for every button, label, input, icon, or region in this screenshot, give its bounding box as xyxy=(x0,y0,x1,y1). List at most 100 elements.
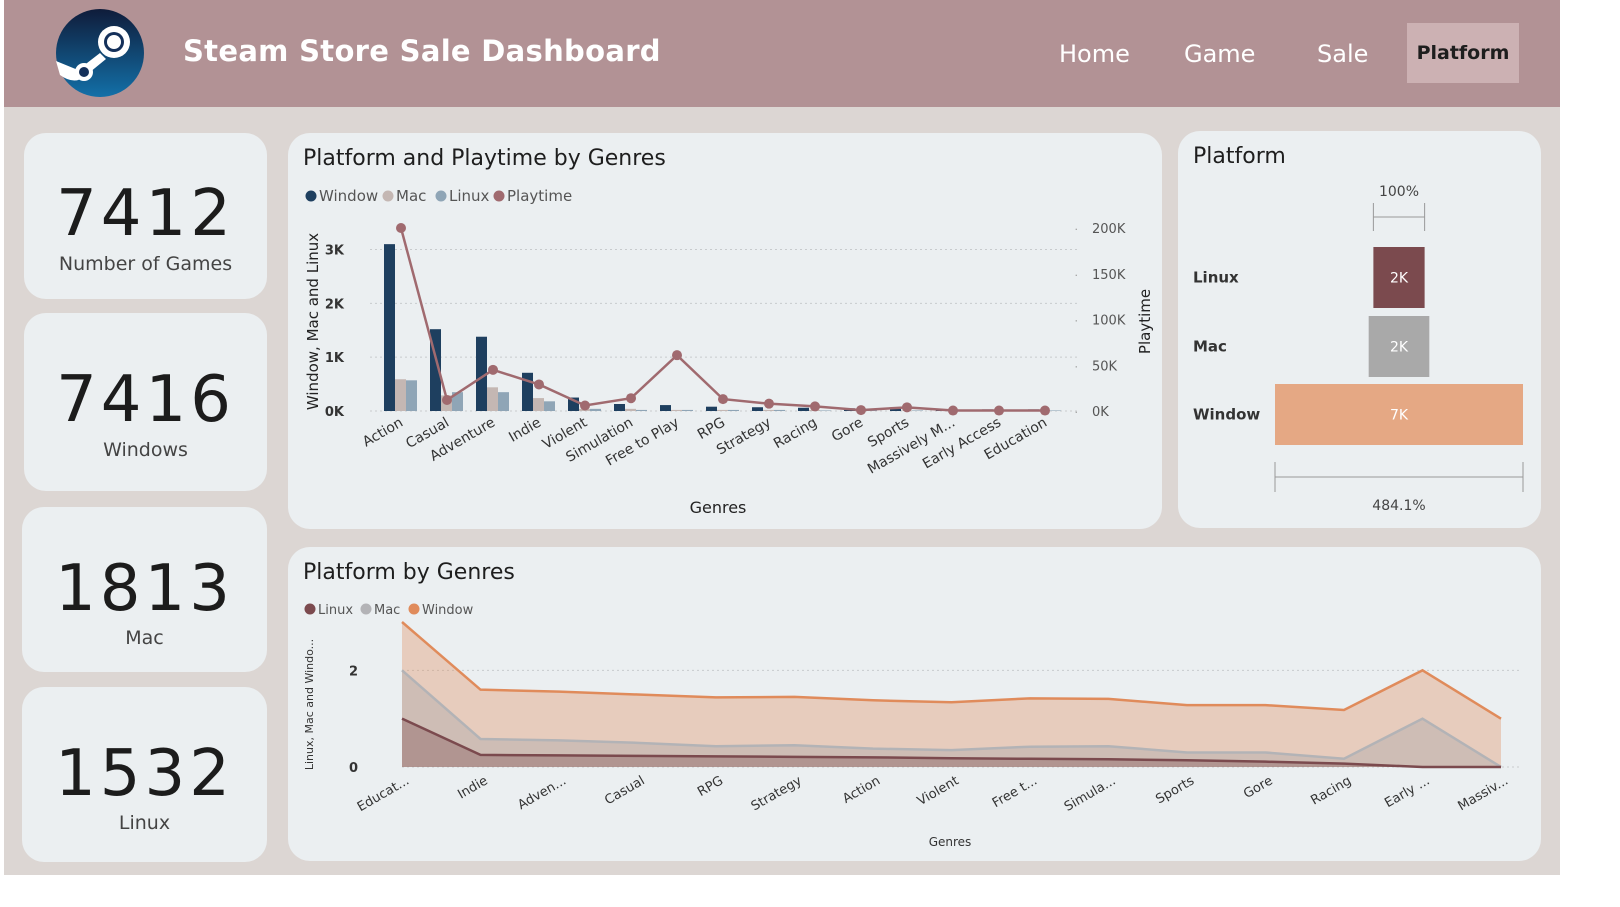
y-tick-label: 0 xyxy=(349,761,358,776)
legend-label-linux: Linux xyxy=(318,603,353,618)
x-tick-label: Action xyxy=(840,773,883,806)
legend-marker-linux xyxy=(304,603,316,615)
kpi-windows-value: 7416 xyxy=(56,363,235,437)
bar-window-10 xyxy=(798,407,809,411)
y2-tick-mark: · xyxy=(1075,315,1079,328)
x-tick-label: Free t... xyxy=(990,773,1040,811)
playtime-point-12 xyxy=(902,402,912,413)
legend-label-mac: Mac xyxy=(396,187,426,205)
playtime-point-14 xyxy=(994,405,1004,416)
bar-linux-9 xyxy=(774,409,785,411)
legend-label-playtime: Playtime xyxy=(507,187,572,205)
y-tick-label: 2 xyxy=(349,664,358,679)
x-tick-label: Educat... xyxy=(355,773,412,815)
bar-linux-10 xyxy=(820,410,831,411)
y2-tick-mark: · xyxy=(1075,406,1079,419)
y-tick-label: 0K xyxy=(325,405,345,420)
bar-mac-6 xyxy=(625,408,636,411)
bar-linux-8 xyxy=(728,409,739,411)
y-axis-title: Linux, Mac and Windo... xyxy=(303,639,316,770)
legend-marker-mac xyxy=(382,190,394,202)
y2-tick-mark: · xyxy=(1075,360,1079,373)
x-tick-label: Simula... xyxy=(1062,773,1119,814)
playtime-point-15 xyxy=(1040,405,1050,416)
playtime-point-1 xyxy=(396,223,406,233)
legend-label-window: Window xyxy=(422,603,474,618)
bar-window-7 xyxy=(660,405,671,411)
x-tick-label: Early ... xyxy=(1382,773,1432,811)
legend-marker-window xyxy=(305,190,317,202)
x-tick-label: Sports xyxy=(1153,773,1197,807)
header-bar: Steam Store Sale Dashboard Home Game Sal… xyxy=(4,0,1560,107)
x-tick-label: Casual xyxy=(602,773,647,808)
kpi-mac-value: 1813 xyxy=(55,552,234,626)
y2-tick-label: 0K xyxy=(1092,405,1109,420)
kpi-linux-value: 1532 xyxy=(55,737,234,811)
platform-funnel-card: Platform 100% 2K Linux 2K Mac 7K Window 484.1% xyxy=(1178,131,1541,528)
y2-tick-mark: · xyxy=(1075,269,1079,282)
kpi-card-linux: 1532 Linux xyxy=(22,687,267,862)
page-title: Steam Store Sale Dashboard xyxy=(183,34,661,68)
playtime-point-8 xyxy=(718,394,728,405)
x-tick-label: Racing xyxy=(771,415,820,453)
bar-mac-7 xyxy=(671,409,682,411)
kpi-linux-label: Linux xyxy=(118,812,171,834)
y2-tick-label: 50K xyxy=(1092,359,1118,374)
funnel-value-label: 2K xyxy=(1390,271,1409,287)
playtime-point-2 xyxy=(442,395,452,406)
x-tick-label: Adven... xyxy=(515,773,569,813)
kpi-card-windows: 7416 Windows xyxy=(24,313,267,491)
playtime-point-13 xyxy=(948,405,958,416)
y-tick-label: 1K xyxy=(325,351,345,366)
bar-window-9 xyxy=(752,407,763,411)
funnel-category-label: Window xyxy=(1193,406,1260,424)
legend-marker-playtime xyxy=(493,190,505,202)
y-axis-title: Window, Mac and Linux xyxy=(304,233,322,410)
bar-linux-3 xyxy=(498,392,509,411)
y2-axis-title: Playtime xyxy=(1136,289,1154,354)
kpi-card-mac: 1813 Mac xyxy=(22,507,267,672)
funnel-category-label: Mac xyxy=(1193,338,1227,356)
nav-home[interactable]: Home xyxy=(1059,40,1130,68)
nav-platform[interactable]: Platform xyxy=(1407,23,1519,83)
x-tick-label: RPG xyxy=(695,773,726,799)
playtime-point-7 xyxy=(672,350,682,361)
funnel-value-label: 2K xyxy=(1390,340,1409,356)
legend-marker-linux xyxy=(435,190,447,202)
playtime-point-4 xyxy=(534,379,544,390)
bar-linux-7 xyxy=(682,409,693,411)
nav-sale[interactable]: Sale xyxy=(1317,40,1368,68)
y-tick-label: 2K xyxy=(325,297,345,312)
playtime-line xyxy=(399,227,1045,412)
x-tick-label: Gore xyxy=(1241,773,1275,802)
kpi-games-label: Number of Games xyxy=(58,253,233,275)
bar-mac-8 xyxy=(717,409,728,411)
bar-mac-3 xyxy=(487,387,498,411)
bar-linux-15 xyxy=(1050,410,1061,411)
y2-tick-label: 100K xyxy=(1092,314,1126,329)
playtime-point-11 xyxy=(856,405,866,416)
funnel-top-label: 100% xyxy=(1379,184,1419,200)
y2-tick-mark: · xyxy=(1075,223,1079,236)
y2-tick-label: 150K xyxy=(1092,268,1126,283)
x-tick-label: Strategy xyxy=(749,773,805,814)
x-tick-label: Action xyxy=(360,415,406,451)
bar-mac-9 xyxy=(763,409,774,411)
legend-label-window: Window xyxy=(319,187,378,205)
steam-logo-icon xyxy=(56,9,144,97)
kpi-games-value: 7412 xyxy=(56,177,235,251)
legend-label-linux: Linux xyxy=(449,187,490,205)
kpi-mac-label: Mac xyxy=(125,627,164,649)
playtime-point-10 xyxy=(810,401,820,412)
legend-marker-mac xyxy=(360,603,372,615)
x-tick-label: Violent xyxy=(915,773,962,809)
platform-genres-area-chart: Linux Mac Window 0 2 Linux, Mac and Windo... G… xyxy=(303,603,1521,849)
bar-window-1 xyxy=(384,244,395,411)
legend-marker-window xyxy=(408,603,420,615)
kpi-windows-label: Windows xyxy=(103,439,188,461)
platform-funnel-chart: 100% 2K Linux 2K Mac 7K Window 484.1% xyxy=(1193,184,1524,514)
nav-game[interactable]: Game xyxy=(1184,40,1255,68)
bar-mac-1 xyxy=(395,379,406,411)
platform-genres-area-card: Platform by Genres Linux Mac Window 0 2 Linux… xyxy=(288,547,1541,861)
platform-playtime-chart-card: Platform and Playtime by Genres Window Ma… xyxy=(288,133,1162,529)
